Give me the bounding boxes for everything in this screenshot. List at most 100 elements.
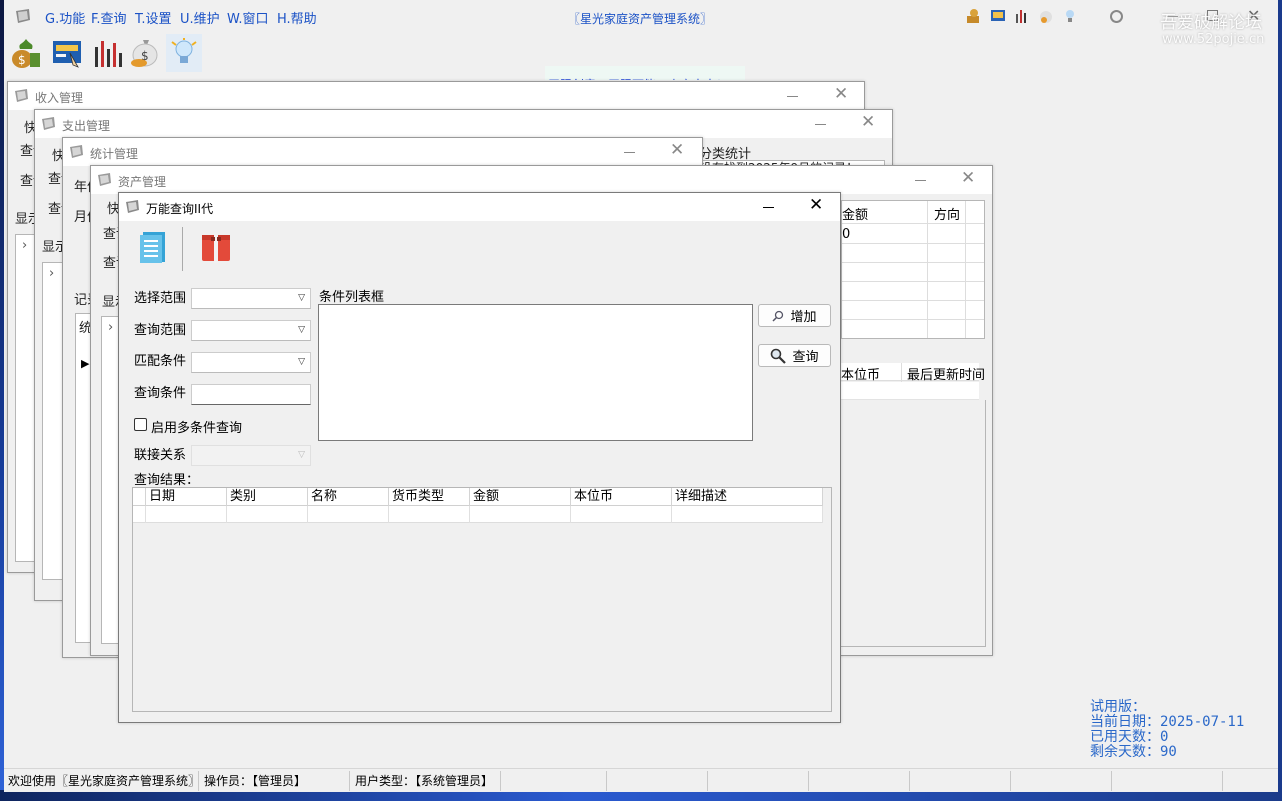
results-header: 日期 类别 名称 货币类型 金额 本位币 详细描述 xyxy=(133,488,823,506)
assets-summary-table[interactable]: 金额 方向 0 xyxy=(841,200,985,339)
asset-bag-icon: $ xyxy=(131,40,158,67)
column-header-last-updated[interactable]: 最后更新时间 xyxy=(907,364,985,383)
toolbar-statistics-button[interactable] xyxy=(90,34,126,72)
record-icon[interactable] xyxy=(1110,10,1123,23)
query-button[interactable]: 查询 xyxy=(758,344,831,367)
expense-mini-icon[interactable] xyxy=(990,8,1006,24)
statistics-titlebar[interactable]: 统计管理 ✕ xyxy=(63,138,702,166)
payment-screen-icon xyxy=(53,41,81,68)
menu-maintenance[interactable]: U.维护 xyxy=(180,8,220,27)
results-grid[interactable]: 日期 类别 名称 货币类型 金额 本位币 详细描述 xyxy=(132,487,832,712)
condition-listbox[interactable] xyxy=(318,304,753,441)
minimize-icon[interactable] xyxy=(763,207,774,208)
column-header-date[interactable]: 日期 xyxy=(146,488,227,506)
trial-current-date: 当前日期：2025-07-11 xyxy=(1090,714,1245,730)
row-divider xyxy=(842,243,984,244)
money-bag-icon: $ xyxy=(12,39,40,68)
status-panel-empty xyxy=(502,771,607,791)
expense-titlebar[interactable]: 支出管理 ✕ xyxy=(35,110,892,138)
query-range-dropdown[interactable]: ▽ xyxy=(191,320,311,341)
minimize-icon[interactable] xyxy=(815,124,826,125)
column-header-amount[interactable]: 金额 xyxy=(842,204,868,223)
close-icon[interactable]: ✕ xyxy=(670,142,684,159)
menu-function[interactable]: G.功能 xyxy=(45,8,85,27)
app-logo-icon xyxy=(16,9,30,23)
status-panel-empty xyxy=(709,771,809,791)
column-header-base-currency[interactable]: 本位币 xyxy=(841,364,880,383)
table-row[interactable] xyxy=(133,506,823,523)
table-cell[interactable] xyxy=(227,506,308,523)
column-header-description[interactable]: 详细描述 xyxy=(672,488,823,506)
toolbar-income-button[interactable]: $ xyxy=(8,34,44,72)
row-selector[interactable] xyxy=(133,506,146,523)
chevron-down-icon[interactable]: ▽ xyxy=(298,325,305,335)
match-condition-dropdown[interactable]: ▽ xyxy=(191,352,311,373)
statistics-title: 统计管理 xyxy=(90,147,139,161)
search-icon xyxy=(771,348,787,364)
query-window-title: 万能查询II代 xyxy=(146,202,214,216)
assets-titlebar[interactable]: 资产管理 ✕ xyxy=(91,166,992,194)
menu-help[interactable]: H.帮助 xyxy=(277,8,317,27)
table-cell[interactable] xyxy=(146,506,227,523)
multi-condition-checkbox[interactable] xyxy=(134,418,147,431)
assets-detail-header: 本位币 最后更新时间 xyxy=(841,363,985,399)
trial-days-used: 已用天数：0 xyxy=(1090,729,1169,745)
menu-bar: G.功能 F.查询 T.设置 U.维护 W.窗口 H.帮助 〖星光家庭资产管理系… xyxy=(4,0,1278,47)
main-window: G.功能 F.查询 T.设置 U.维护 W.窗口 H.帮助 〖星光家庭资产管理系… xyxy=(4,0,1278,792)
toolbar-expense-button[interactable] xyxy=(50,34,86,72)
label-multi-condition[interactable]: 启用多条件查询 xyxy=(151,417,242,436)
status-panel-empty xyxy=(1012,771,1112,791)
column-header-currency-type[interactable]: 货币类型 xyxy=(389,488,470,506)
select-range-dropdown[interactable]: ▽ xyxy=(191,288,311,309)
minimize-icon[interactable] xyxy=(624,152,635,153)
toolbar-separator xyxy=(182,227,183,271)
window-logo-icon xyxy=(42,117,55,130)
close-icon[interactable]: ✕ xyxy=(861,114,875,131)
toolbar-assets-button[interactable]: $ xyxy=(127,34,163,72)
trial-days-remaining: 剩余天数：90 xyxy=(1090,744,1177,760)
column-header-category[interactable]: 类别 xyxy=(227,488,308,506)
add-condition-button[interactable]: 增加 xyxy=(758,304,831,327)
label-query-condition: 查询条件 xyxy=(134,386,187,401)
table-cell[interactable] xyxy=(571,506,672,523)
column-header-base-currency[interactable]: 本位币 xyxy=(571,488,672,506)
income-titlebar[interactable]: 收入管理 ✕ xyxy=(8,82,864,110)
table-cell[interactable] xyxy=(470,506,571,523)
minimize-icon[interactable] xyxy=(787,96,798,97)
column-header-amount[interactable]: 金额 xyxy=(470,488,571,506)
menu-window[interactable]: W.窗口 xyxy=(227,8,269,27)
status-user-type: 用户类型：【系统管理员】 xyxy=(351,771,501,791)
exit-button[interactable] xyxy=(199,229,233,265)
assets-mini-icon[interactable] xyxy=(1038,8,1054,24)
excel-export-button[interactable] xyxy=(137,229,169,265)
close-icon[interactable]: ✕ xyxy=(961,170,975,187)
bulb-mini-icon[interactable] xyxy=(1062,8,1078,24)
universal-query-window[interactable]: 万能查询II代 ✕ 选择范围 ▽ 查询范围 ▽ 匹配条件 ▽ 查询条件 启用多条… xyxy=(118,192,841,723)
toolbar-idea-button[interactable] xyxy=(166,34,202,72)
close-icon[interactable]: ✕ xyxy=(809,197,823,214)
table-cell[interactable] xyxy=(308,506,389,523)
income-mini-icon[interactable] xyxy=(966,8,982,24)
label-condition-list: 条件列表框 xyxy=(319,290,385,305)
query-titlebar[interactable]: 万能查询II代 ✕ xyxy=(119,193,840,221)
table-cell[interactable] xyxy=(672,506,823,523)
column-header-direction[interactable]: 方向 xyxy=(934,204,960,223)
assets-summary-header: 金额 方向 xyxy=(842,201,984,338)
statistics-mini-icon[interactable] xyxy=(1014,8,1030,24)
chevron-right-icon[interactable]: › xyxy=(49,266,54,281)
column-divider xyxy=(965,201,966,338)
chevron-right-icon[interactable]: › xyxy=(22,238,27,253)
assets-detail-body xyxy=(841,400,986,647)
menu-query[interactable]: F.查询 xyxy=(91,8,127,27)
close-icon[interactable]: ✕ xyxy=(834,86,848,103)
chevron-down-icon[interactable]: ▽ xyxy=(298,293,305,303)
chevron-down-icon[interactable]: ▽ xyxy=(298,357,305,367)
assets-detail-row[interactable] xyxy=(841,382,979,400)
table-cell[interactable] xyxy=(389,506,470,523)
query-condition-input[interactable] xyxy=(191,384,311,405)
menu-settings[interactable]: T.设置 xyxy=(135,8,172,27)
column-header-name[interactable]: 名称 xyxy=(308,488,389,506)
minimize-icon[interactable] xyxy=(915,180,926,181)
status-panel-empty xyxy=(1113,771,1223,791)
chevron-right-icon[interactable]: › xyxy=(108,320,113,335)
